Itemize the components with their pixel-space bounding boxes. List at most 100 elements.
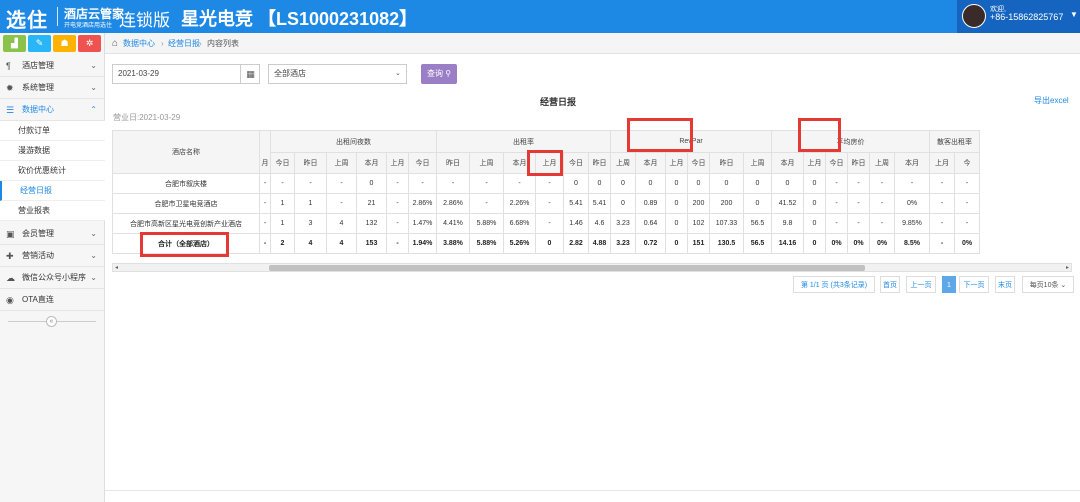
calendar-icon[interactable]: ▦ [240,64,260,84]
column-group-header: 出租间夜数 [270,130,437,153]
sidebar-subitem-business-report[interactable]: 营业报表 [0,201,105,221]
table-cell: - [386,193,409,214]
sidebar-subitem-daily-report[interactable]: 经营日报 [0,181,105,201]
table-cell: 2 [270,233,295,254]
horizontal-scrollbar[interactable]: ◂ ▸ [112,263,1072,272]
table-cell: 0% [954,233,980,254]
table-cell: 3.23 [610,213,636,234]
sidebar-item-marketing[interactable]: ✚ 营销活动 ⌄ [0,245,105,267]
sidebar-item-member-management[interactable]: ▣ 会员管理 ⌄ [0,223,105,245]
collapse-arrow-icon[interactable]: « [46,316,57,327]
table-cell: 0 [803,233,826,254]
prev-page-button[interactable]: 上一页 [906,276,936,293]
sidebar-item-data-center[interactable]: ☰ 数据中心 ⌃ [0,99,105,121]
table-cell: 200 [687,193,710,214]
pencil-icon[interactable]: ✎ [28,35,51,52]
table-cell: - [259,213,271,234]
table-cell: - [929,173,955,194]
sidebar-item-label: 数据中心 [22,105,54,114]
sidebar-subitem-roaming-data[interactable]: 漫游数据 [0,141,105,161]
table-cell: 0.72 [635,233,666,254]
table-cell: - [825,213,848,234]
table-cell: - [259,193,271,214]
column-header: 今日 [270,152,295,174]
chevron-down-icon: ⌄ [90,61,97,70]
search-icon: ⚲ [445,69,452,78]
sidebar-subitem-payment-orders[interactable]: 付款订单 [0,121,105,141]
sidebar-subitem-bargain-stats[interactable]: 砍价优惠统计 [0,161,105,181]
user-menu[interactable]: 欢迎, +86-15862825767 ▼ [957,0,1080,33]
chart-icon[interactable]: ▟ [3,35,26,52]
table-cell: - [869,173,895,194]
edition-label: 连锁版 [119,11,170,30]
hotel-select[interactable]: 全部酒店 [268,64,407,84]
table-cell: 0.64 [635,213,666,234]
column-header: 本月 [771,152,804,174]
table-cell: 151 [687,233,710,254]
column-group-header: 平均房价 [771,130,930,153]
last-page-button[interactable]: 末页 [995,276,1015,293]
scroll-left-icon[interactable]: ◂ [115,264,118,272]
table-cell: - [259,233,271,254]
first-page-button[interactable]: 首页 [880,276,900,293]
query-button[interactable]: 查询 ⚲ [421,64,457,84]
home-icon[interactable]: ⌂ [112,33,118,54]
query-label: 查询 [426,69,443,78]
next-page-button[interactable]: 下一页 [959,276,989,293]
table-cell: 2.86% [408,193,437,214]
table-cell: - [954,193,980,214]
table-cell: 0 [563,173,589,194]
caret-down-icon[interactable]: ▼ [1070,10,1078,19]
breadcrumb-separator: › [161,39,164,48]
logo-text: 选住 [6,10,48,32]
table-cell: 102 [687,213,710,234]
table-cell: 56.5 [743,233,772,254]
column-header: 上周 [469,152,504,174]
table-cell: - [469,193,504,214]
users-icon[interactable]: ☗ [53,35,76,52]
scrollbar-thumb[interactable] [269,265,865,271]
table-cell: - [869,213,895,234]
breadcrumb-item[interactable]: 经营日报 [168,33,200,54]
column-group-header: 散客出租率 [929,130,980,153]
cloud-icon: ☁ [6,273,15,283]
logo-slogan: 开电竞酒店用选住 [64,23,113,29]
sidebar-collapse: « [0,315,105,327]
sidebar-item-ota[interactable]: ◉ OTA直连 [0,289,105,311]
scroll-right-icon[interactable]: ▸ [1066,264,1069,272]
table-cell: - [259,173,271,194]
table-row: 合肥市叙庆楼 - - - -0- - - - - -0 0 0 0 0 0 0 0 0 0- - - - - - [112,173,980,194]
user-phone: +86-15862825767 [990,12,1064,22]
table-cell: - [386,213,409,234]
table-cell: 153 [356,233,387,254]
eye-icon: ◉ [6,295,14,305]
table-cell: 2.86% [436,193,470,214]
table-cell: 4 [326,233,357,254]
table-cell: 4 [294,233,327,254]
report-table-container[interactable]: 酒店名称 月 出租间夜数 出租率 RevPar 平均房价 散客出租率 今日 昨日 上周 本月上… [112,130,1072,255]
date-input[interactable]: 2021-03-29 [112,64,260,84]
column-header: 今日 [408,152,437,174]
sidebar-item-wechat[interactable]: ☁ 微信公众号小程序 ⌄ [0,267,105,289]
page-size-select[interactable]: 每页10条 ⌄ [1022,276,1074,293]
sidebar-item-system-management[interactable]: ✹ 系统管理 ⌄ [0,77,105,99]
table-cell: - [326,173,357,194]
page-1-button[interactable]: 1 [942,276,956,293]
divider [105,490,1080,491]
avatar[interactable] [962,4,986,28]
table-cell: 0 [635,173,666,194]
column-header: 昨日 [709,152,744,174]
table-cell: 0 [665,193,688,214]
table-cell: 132 [356,213,387,234]
column-header: 昨日 [436,152,470,174]
gears-icon[interactable]: ✲ [78,35,101,52]
table-cell: - [929,193,955,214]
column-group-header: 出租率 [436,130,611,153]
column-header: 上月 [803,152,826,174]
table-cell: 9.85% [894,213,930,234]
column-header: 上月 [386,152,409,174]
export-excel-link[interactable]: 导出excel [1034,95,1069,106]
table-cell: - [386,173,409,194]
breadcrumb-item[interactable]: 数据中心 [123,33,155,54]
sidebar-item-hotel-management[interactable]: ¶ 酒店管理 ⌄ [0,55,105,77]
